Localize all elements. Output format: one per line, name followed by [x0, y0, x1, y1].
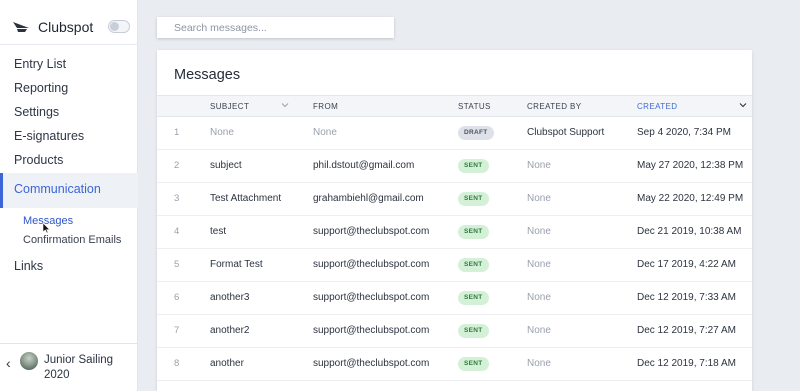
table-row[interactable]: 7 another2 support@theclubspot.com SENT …: [157, 315, 752, 348]
theme-toggle[interactable]: [108, 20, 130, 33]
row-created: Dec 21 2019, 10:38 AM: [637, 226, 742, 237]
col-subject[interactable]: SUBJECT: [210, 96, 249, 118]
row-created-by: None: [527, 193, 551, 204]
col-from[interactable]: FROM: [313, 96, 338, 118]
row-from: grahambiehl@gmail.com: [313, 193, 424, 204]
row-subject: another3: [210, 292, 250, 303]
nav-settings[interactable]: Settings: [14, 103, 59, 121]
nav-e-signatures[interactable]: E-signatures: [14, 127, 84, 145]
status-badge: SENT: [458, 291, 489, 305]
row-subject: None: [210, 127, 234, 138]
row-number: 3: [174, 193, 180, 204]
profile-switcher[interactable]: ‹ Junior Sailing 2020: [0, 343, 138, 391]
status-badge: SENT: [458, 225, 489, 239]
toggle-knob: [110, 22, 119, 31]
row-number: 5: [174, 259, 180, 270]
nav-communication-label: Communication: [14, 182, 101, 196]
row-from: None: [313, 127, 337, 138]
row-number: 8: [174, 358, 180, 369]
row-created-by: None: [527, 358, 551, 369]
profile-name: Junior Sailing 2020: [44, 354, 114, 381]
nav-communication[interactable]: Communication: [0, 173, 138, 208]
row-from: phil.dstout@gmail.com: [313, 160, 415, 171]
table-row[interactable]: 5 Format Test support@theclubspot.com SE…: [157, 249, 752, 282]
active-indicator: [0, 173, 3, 208]
row-subject: Test Attachment: [210, 193, 282, 204]
row-created: May 22 2020, 12:49 PM: [637, 193, 744, 204]
table-row[interactable]: 6 another3 support@theclubspot.com SENT …: [157, 282, 752, 315]
nav-entry-list[interactable]: Entry List: [14, 55, 66, 73]
search-box[interactable]: [157, 17, 394, 38]
search-input[interactable]: [157, 17, 394, 38]
row-subject: Format Test: [210, 259, 263, 270]
row-number: 1: [174, 127, 180, 138]
subnav-confirmation-emails[interactable]: Confirmation Emails: [23, 233, 121, 247]
row-created: Dec 17 2019, 4:22 AM: [637, 259, 736, 270]
row-created-by: None: [527, 325, 551, 336]
nav-reporting[interactable]: Reporting: [14, 79, 68, 97]
table-row[interactable]: 4 test support@theclubspot.com SENT None…: [157, 216, 752, 249]
mouse-cursor-icon: [43, 223, 51, 233]
row-created: Dec 12 2019, 7:27 AM: [637, 325, 736, 336]
avatar: [20, 352, 38, 370]
chevron-left-icon[interactable]: ‹: [6, 355, 11, 371]
row-created-by: None: [527, 259, 551, 270]
row-created: Dec 12 2019, 7:33 AM: [637, 292, 736, 303]
row-created: Dec 12 2019, 7:18 AM: [637, 358, 736, 369]
col-status[interactable]: STATUS: [458, 96, 491, 118]
app-name: Clubspot: [38, 19, 94, 35]
table-row[interactable]: 2 subject phil.dstout@gmail.com SENT Non…: [157, 150, 752, 183]
nav-links[interactable]: Links: [14, 257, 43, 275]
row-from: support@theclubspot.com: [313, 292, 430, 303]
row-from: support@theclubspot.com: [313, 226, 430, 237]
sailboat-logo-icon: [13, 22, 29, 32]
row-created-by: None: [527, 226, 551, 237]
table-row[interactable]: 1 None None DRAFT Clubspot Support Sep 4…: [157, 117, 752, 150]
page-title: Messages: [174, 67, 241, 83]
nav-products[interactable]: Products: [14, 151, 63, 169]
row-subject: another: [210, 358, 244, 369]
table-row[interactable]: 3 Test Attachment grahambiehl@gmail.com …: [157, 183, 752, 216]
messages-card: Messages SUBJECT FROM STATUS CREATED BY …: [157, 50, 752, 391]
status-badge: DRAFT: [458, 126, 494, 140]
row-subject: subject: [210, 160, 242, 171]
row-subject: another2: [210, 325, 250, 336]
row-created: May 27 2020, 12:38 PM: [637, 160, 744, 171]
row-created-by: Clubspot Support: [527, 127, 605, 138]
chevron-down-icon[interactable]: [739, 102, 747, 108]
row-from: support@theclubspot.com: [313, 358, 430, 369]
col-created-by[interactable]: CREATED BY: [527, 96, 582, 118]
row-number: 4: [174, 226, 180, 237]
sidebar: Clubspot Entry List Reporting Settings E…: [0, 0, 138, 391]
chevron-down-icon[interactable]: [281, 102, 289, 108]
col-created[interactable]: CREATED: [637, 96, 677, 118]
divider: [0, 44, 138, 45]
status-badge: SENT: [458, 258, 489, 272]
row-created-by: None: [527, 292, 551, 303]
row-number: 6: [174, 292, 180, 303]
status-badge: SENT: [458, 192, 489, 206]
status-badge: SENT: [458, 324, 489, 338]
row-created: Sep 4 2020, 7:34 PM: [637, 127, 731, 138]
row-created-by: None: [527, 160, 551, 171]
row-from: support@theclubspot.com: [313, 259, 430, 270]
status-badge: SENT: [458, 159, 489, 173]
row-subject: test: [210, 226, 227, 237]
status-badge: SENT: [458, 357, 489, 371]
row-from: support@theclubspot.com: [313, 325, 430, 336]
row-number: 2: [174, 160, 180, 171]
row-number: 7: [174, 325, 180, 336]
table-row[interactable]: 8 another support@theclubspot.com SENT N…: [157, 348, 752, 381]
table-header: SUBJECT FROM STATUS CREATED BY CREATED: [157, 95, 752, 117]
